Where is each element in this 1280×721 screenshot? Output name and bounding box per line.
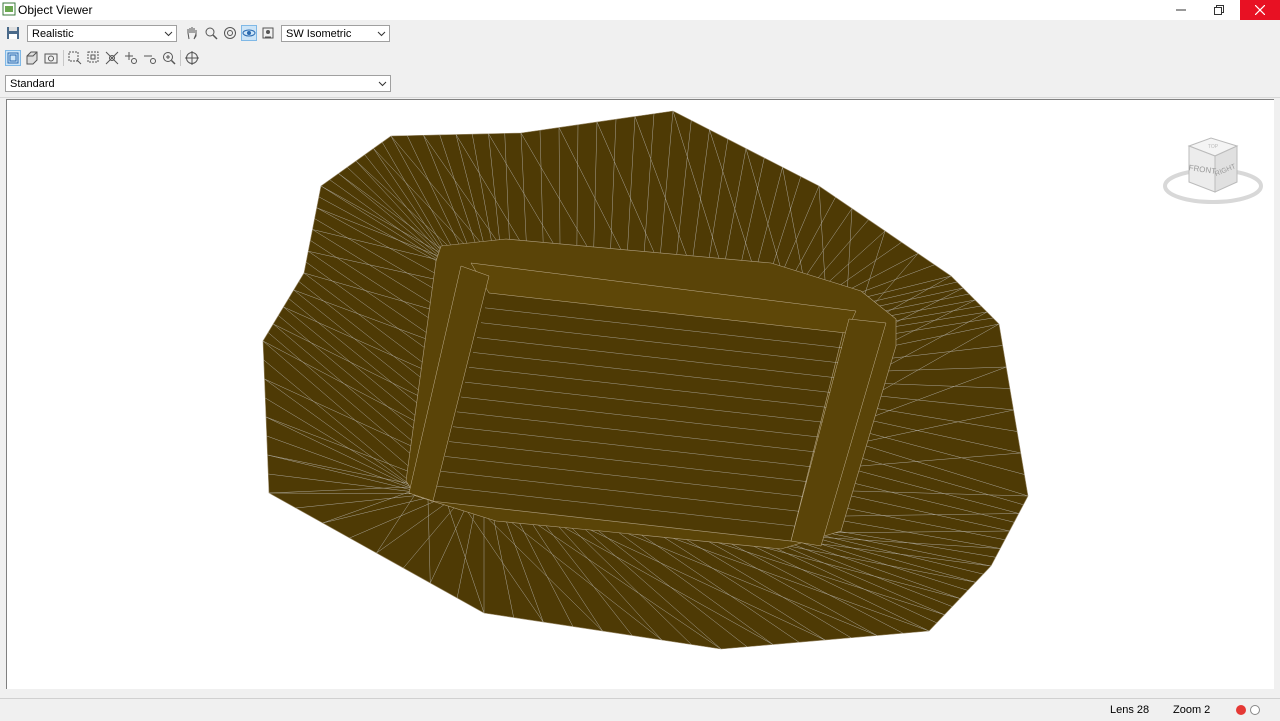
view-3d-button[interactable] <box>5 50 21 66</box>
view-direction-select[interactable]: SW Isometric <box>281 25 390 42</box>
close-icon <box>1255 5 1265 15</box>
zoom-all-icon <box>105 51 119 65</box>
save-icon <box>7 27 19 39</box>
toolbar-separator <box>180 50 181 66</box>
zoom-window-button[interactable] <box>67 50 83 66</box>
chevron-down-icon <box>164 31 173 37</box>
status-indicator-off[interactable] <box>1250 705 1260 715</box>
camera-icon <box>262 27 274 39</box>
zoom-all-button[interactable] <box>104 50 120 66</box>
zoom-scale-button[interactable] <box>161 50 177 66</box>
toolbar-row-1: Realistic SW Isometric <box>0 22 394 44</box>
zoom-realtime-button[interactable] <box>203 25 219 41</box>
object-viewer-app-icon <box>2 2 16 16</box>
box-button[interactable] <box>24 50 40 66</box>
zoom-window-icon <box>68 51 82 65</box>
lens-readout: Lens 28 <box>1110 704 1150 716</box>
toolbar-separator <box>63 50 64 66</box>
pan-icon <box>187 27 197 40</box>
zoom-out-icon <box>144 55 156 64</box>
orbit-button[interactable] <box>222 25 238 41</box>
view-direction-value: SW Isometric <box>286 28 352 40</box>
camera-button[interactable] <box>260 25 276 41</box>
viewcube-top-label: TOP <box>1208 144 1219 150</box>
status-indicator-on[interactable] <box>1236 705 1246 715</box>
status-bar: Lens 28 Zoom 2 <box>0 698 1280 721</box>
chevron-down-icon <box>377 31 386 37</box>
box-icon <box>26 51 38 65</box>
view-style-select[interactable]: Standard <box>5 75 391 92</box>
minimize-button[interactable] <box>1162 0 1200 20</box>
zoom-realtime-icon <box>205 27 218 40</box>
view-3d-icon <box>7 52 19 64</box>
view-style-value: Standard <box>10 78 55 90</box>
zoom-extents-button[interactable] <box>86 50 102 66</box>
zoom-extents-icon <box>87 51 99 63</box>
target-button[interactable] <box>184 50 200 66</box>
save-button[interactable] <box>5 25 21 41</box>
viewcube[interactable]: FRONT RIGHT TOP <box>1159 132 1269 222</box>
free-orbit-icon <box>242 29 256 37</box>
window-title: Object Viewer <box>18 3 93 17</box>
free-orbit-button[interactable] <box>241 25 257 41</box>
pan-button[interactable] <box>184 25 200 41</box>
zoom-in-icon <box>125 52 137 64</box>
toolbar-row-2 <box>0 48 394 70</box>
3d-viewport[interactable]: FRONT RIGHT TOP <box>6 99 1274 689</box>
minimize-icon <box>1176 9 1186 11</box>
restore-button[interactable] <box>1200 0 1238 20</box>
zoom-out-button[interactable] <box>142 50 158 66</box>
restore-icon <box>1214 5 1224 15</box>
zoom-in-button[interactable] <box>123 50 139 66</box>
close-button[interactable] <box>1240 0 1280 20</box>
camera-view-button[interactable] <box>43 50 59 66</box>
zoom-readout: Zoom 2 <box>1173 704 1211 716</box>
visual-style-select[interactable]: Realistic <box>27 25 177 42</box>
chevron-down-icon <box>378 81 387 87</box>
zoom-scale-icon <box>163 52 176 65</box>
visual-style-value: Realistic <box>32 28 74 40</box>
camera-view-icon <box>44 53 58 64</box>
title-bar: Object Viewer <box>0 0 1280 20</box>
target-icon <box>185 51 199 65</box>
orbit-icon <box>224 27 236 39</box>
toolbar-divider <box>0 97 1280 98</box>
surface-model[interactable] <box>7 100 1274 689</box>
